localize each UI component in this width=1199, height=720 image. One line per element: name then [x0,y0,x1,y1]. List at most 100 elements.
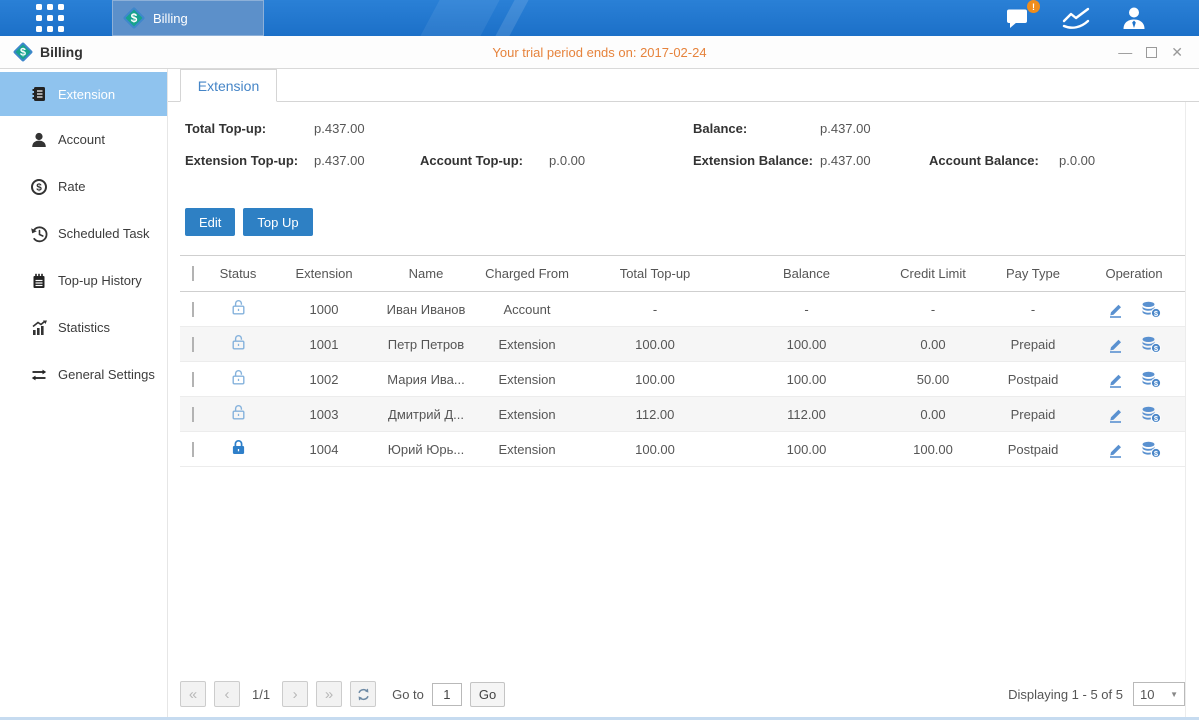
unlocked-status-icon [230,404,247,421]
maximize-button[interactable] [1146,47,1157,58]
go-button[interactable]: Go [470,682,505,707]
unlocked-status-icon[interactable] [230,299,247,319]
balance-label: Balance: [693,121,747,136]
unlocked-status-icon[interactable] [230,369,247,389]
sidebar-item-account[interactable]: Account [0,116,167,163]
sidebar-item-label: Scheduled Task [58,226,150,241]
sidebar-item-label: Extension [58,87,115,102]
reports-chart-icon[interactable] [1061,6,1091,30]
col-status: Status [206,266,270,281]
page-size-value: 10 [1140,687,1154,702]
credit-limit-cell: - [883,302,983,317]
prev-page-button[interactable]: ‹ [214,681,240,707]
unlocked-status-icon [230,369,247,386]
history-clock-icon [30,225,48,243]
next-page-button[interactable]: › [282,681,308,707]
locked-status-icon[interactable] [230,439,247,459]
total-topup-cell: 112.00 [580,407,730,422]
page-size-dropdown[interactable]: 10 ▼ [1133,682,1185,706]
app-grid-icon[interactable] [36,4,64,32]
sidebar-item-statistics[interactable]: Statistics [0,304,167,351]
messages-icon[interactable]: ! [1006,7,1031,29]
edit-icon[interactable] [1107,336,1125,353]
sidebar-item-label: Rate [58,179,85,194]
row-checkbox[interactable] [192,442,194,457]
row-checkbox[interactable] [192,302,194,317]
sidebar: Extension Account $ Rate Scheduled Task [0,69,168,717]
row-checkbox[interactable] [192,337,194,352]
edit-icon[interactable] [1107,371,1125,388]
extension-cell: 1001 [270,337,378,352]
credit-limit-cell: 0.00 [883,407,983,422]
charged-from-cell: Extension [474,372,580,387]
sidebar-item-topup-history[interactable]: Top-up History [0,257,167,304]
unlocked-status-icon [230,299,247,316]
billing-app-window: { "topbar": { "billing_tab_label": "Bill… [0,0,1199,720]
charged-from-cell: Extension [474,407,580,422]
sidebar-item-general-settings[interactable]: General Settings [0,351,167,398]
ledger-icon [30,272,48,290]
extension-table: Status Extension Name Charged From Total… [180,255,1185,467]
balance-cell: 112.00 [730,407,883,422]
total-topup-cell: 100.00 [580,337,730,352]
unlocked-status-icon[interactable] [230,334,247,354]
tab-extension[interactable]: Extension [180,69,277,102]
refresh-button[interactable] [350,681,376,707]
topbar-billing-tab[interactable]: $ Billing [112,0,264,36]
sidebar-item-extension[interactable]: Extension [0,72,167,116]
total-topup-value: p.437.00 [314,121,365,136]
table-body: 1000 Иван Иванов Account - - - - [180,292,1185,467]
col-name: Name [378,266,474,281]
svg-text:$: $ [36,182,42,193]
col-balance: Balance [730,266,883,281]
notification-badge: ! [1027,0,1040,13]
extension-balance-value: p.437.00 [820,153,871,168]
select-all-checkbox[interactable] [192,266,194,281]
edit-icon[interactable] [1107,406,1125,423]
pay-type-cell: Prepaid [983,407,1083,422]
top-up-coins-icon[interactable]: $ [1141,301,1162,318]
chevron-down-icon: ▼ [1170,690,1178,699]
pay-type-cell: Postpaid [983,372,1083,387]
top-up-coins-icon[interactable]: $ [1141,441,1162,458]
topbar-decoration [420,0,499,36]
table-row: 1001 Петр Петров Extension 100.00 100.00… [180,327,1185,362]
top-up-button[interactable]: Top Up [243,208,312,236]
unlocked-status-icon[interactable] [230,404,247,424]
total-topup-label: Total Top-up: [185,121,266,136]
topbar-right-icons: ! [1006,0,1199,36]
edit-button[interactable]: Edit [185,208,235,236]
sidebar-item-rate[interactable]: $ Rate [0,163,167,210]
account-balance-value: p.0.00 [1059,153,1095,168]
top-up-coins-icon[interactable]: $ [1141,371,1162,388]
refresh-icon [356,687,371,702]
total-topup-cell: 100.00 [580,442,730,457]
top-up-coins-icon[interactable]: $ [1141,406,1162,423]
col-credit-limit: Credit Limit [883,266,983,281]
total-topup-cell: 100.00 [580,372,730,387]
minimize-button[interactable]: — [1118,45,1132,59]
account-balance-label: Account Balance: [929,153,1039,168]
topbar-billing-tab-label: Billing [153,11,188,26]
edit-icon[interactable] [1107,301,1125,318]
sliders-icon [30,366,48,384]
close-button[interactable]: ✕ [1171,45,1183,59]
edit-icon[interactable] [1107,441,1125,458]
col-charged-from: Charged From [474,266,580,281]
account-topup-label: Account Top-up: [420,153,523,168]
main-panel: Extension Total Top-up: p.437.00 Balance… [168,69,1199,717]
name-cell: Иван Иванов [378,302,474,317]
first-page-button[interactable]: « [180,681,206,707]
table-row: 1002 Мария Ива... Extension 100.00 100.0… [180,362,1185,397]
row-checkbox[interactable] [192,372,194,387]
balance-cell: 100.00 [730,442,883,457]
top-up-coins-icon[interactable]: $ [1141,336,1162,353]
balance-cell: 100.00 [730,372,883,387]
sidebar-item-scheduled-task[interactable]: Scheduled Task [0,210,167,257]
table-row: 1003 Дмитрий Д... Extension 112.00 112.0… [180,397,1185,432]
goto-page-input[interactable] [432,683,462,706]
col-pay-type: Pay Type [983,266,1083,281]
user-account-icon[interactable] [1121,6,1147,31]
last-page-button[interactable]: » [316,681,342,707]
row-checkbox[interactable] [192,407,194,422]
